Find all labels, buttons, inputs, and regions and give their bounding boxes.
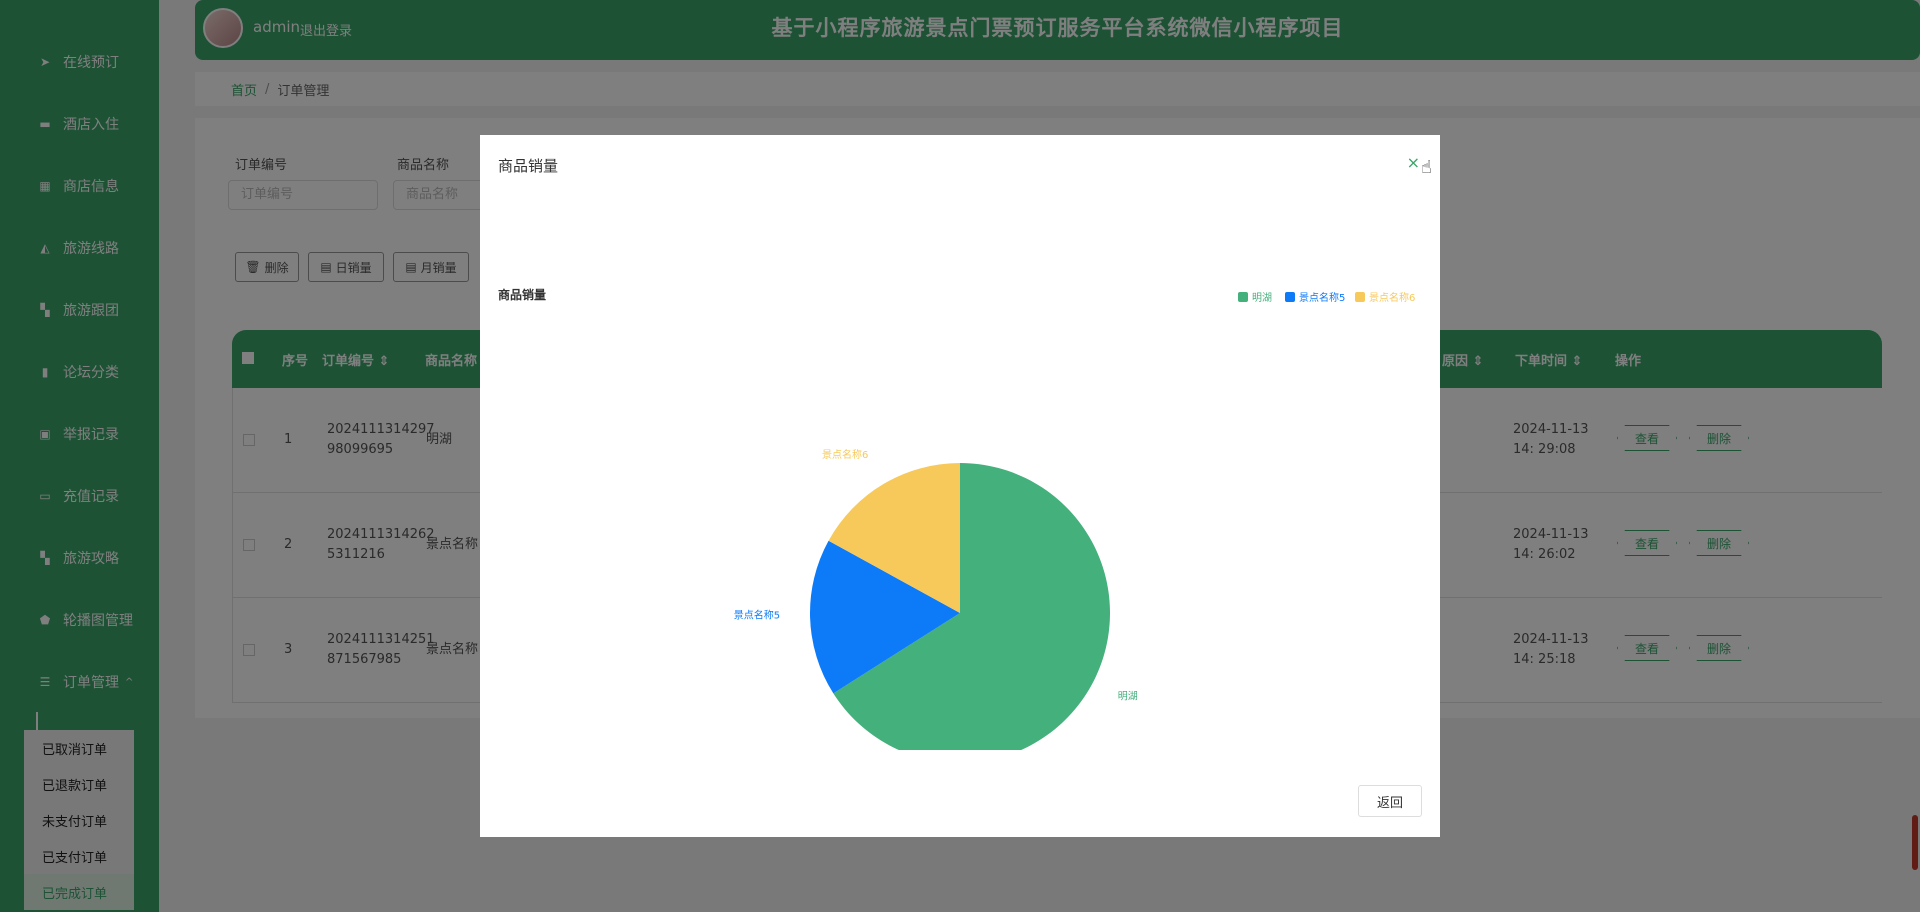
slice-label: 明湖 (1118, 691, 1138, 703)
pointer-cursor-icon: ☝ (1421, 157, 1432, 178)
legend-label: 景点名称6 (1369, 291, 1415, 304)
legend-swatch (1355, 292, 1365, 302)
legend-label: 明湖 (1252, 292, 1272, 304)
slice-label: 景点名称5 (734, 609, 780, 622)
sales-modal: 商品销量 × ☝ 商品销量 明湖 景点名称5 景点名称6 明湖 景点名称5 景点名称6 返回 (480, 135, 1440, 837)
modal-title: 商品销量 (498, 157, 559, 175)
slice-label: 景点名称6 (822, 448, 868, 461)
back-button[interactable]: 返回 (1358, 785, 1422, 817)
legend-label: 景点名称5 (1299, 291, 1345, 304)
legend-swatch (1285, 292, 1295, 302)
sales-pie-chart: 商品销量 明湖 景点名称5 景点名称6明湖景点名称5景点名称6 (498, 287, 1415, 750)
legend-swatch (1238, 292, 1248, 302)
chart-title: 商品销量 (498, 287, 546, 302)
close-icon[interactable]: × (1407, 153, 1420, 172)
